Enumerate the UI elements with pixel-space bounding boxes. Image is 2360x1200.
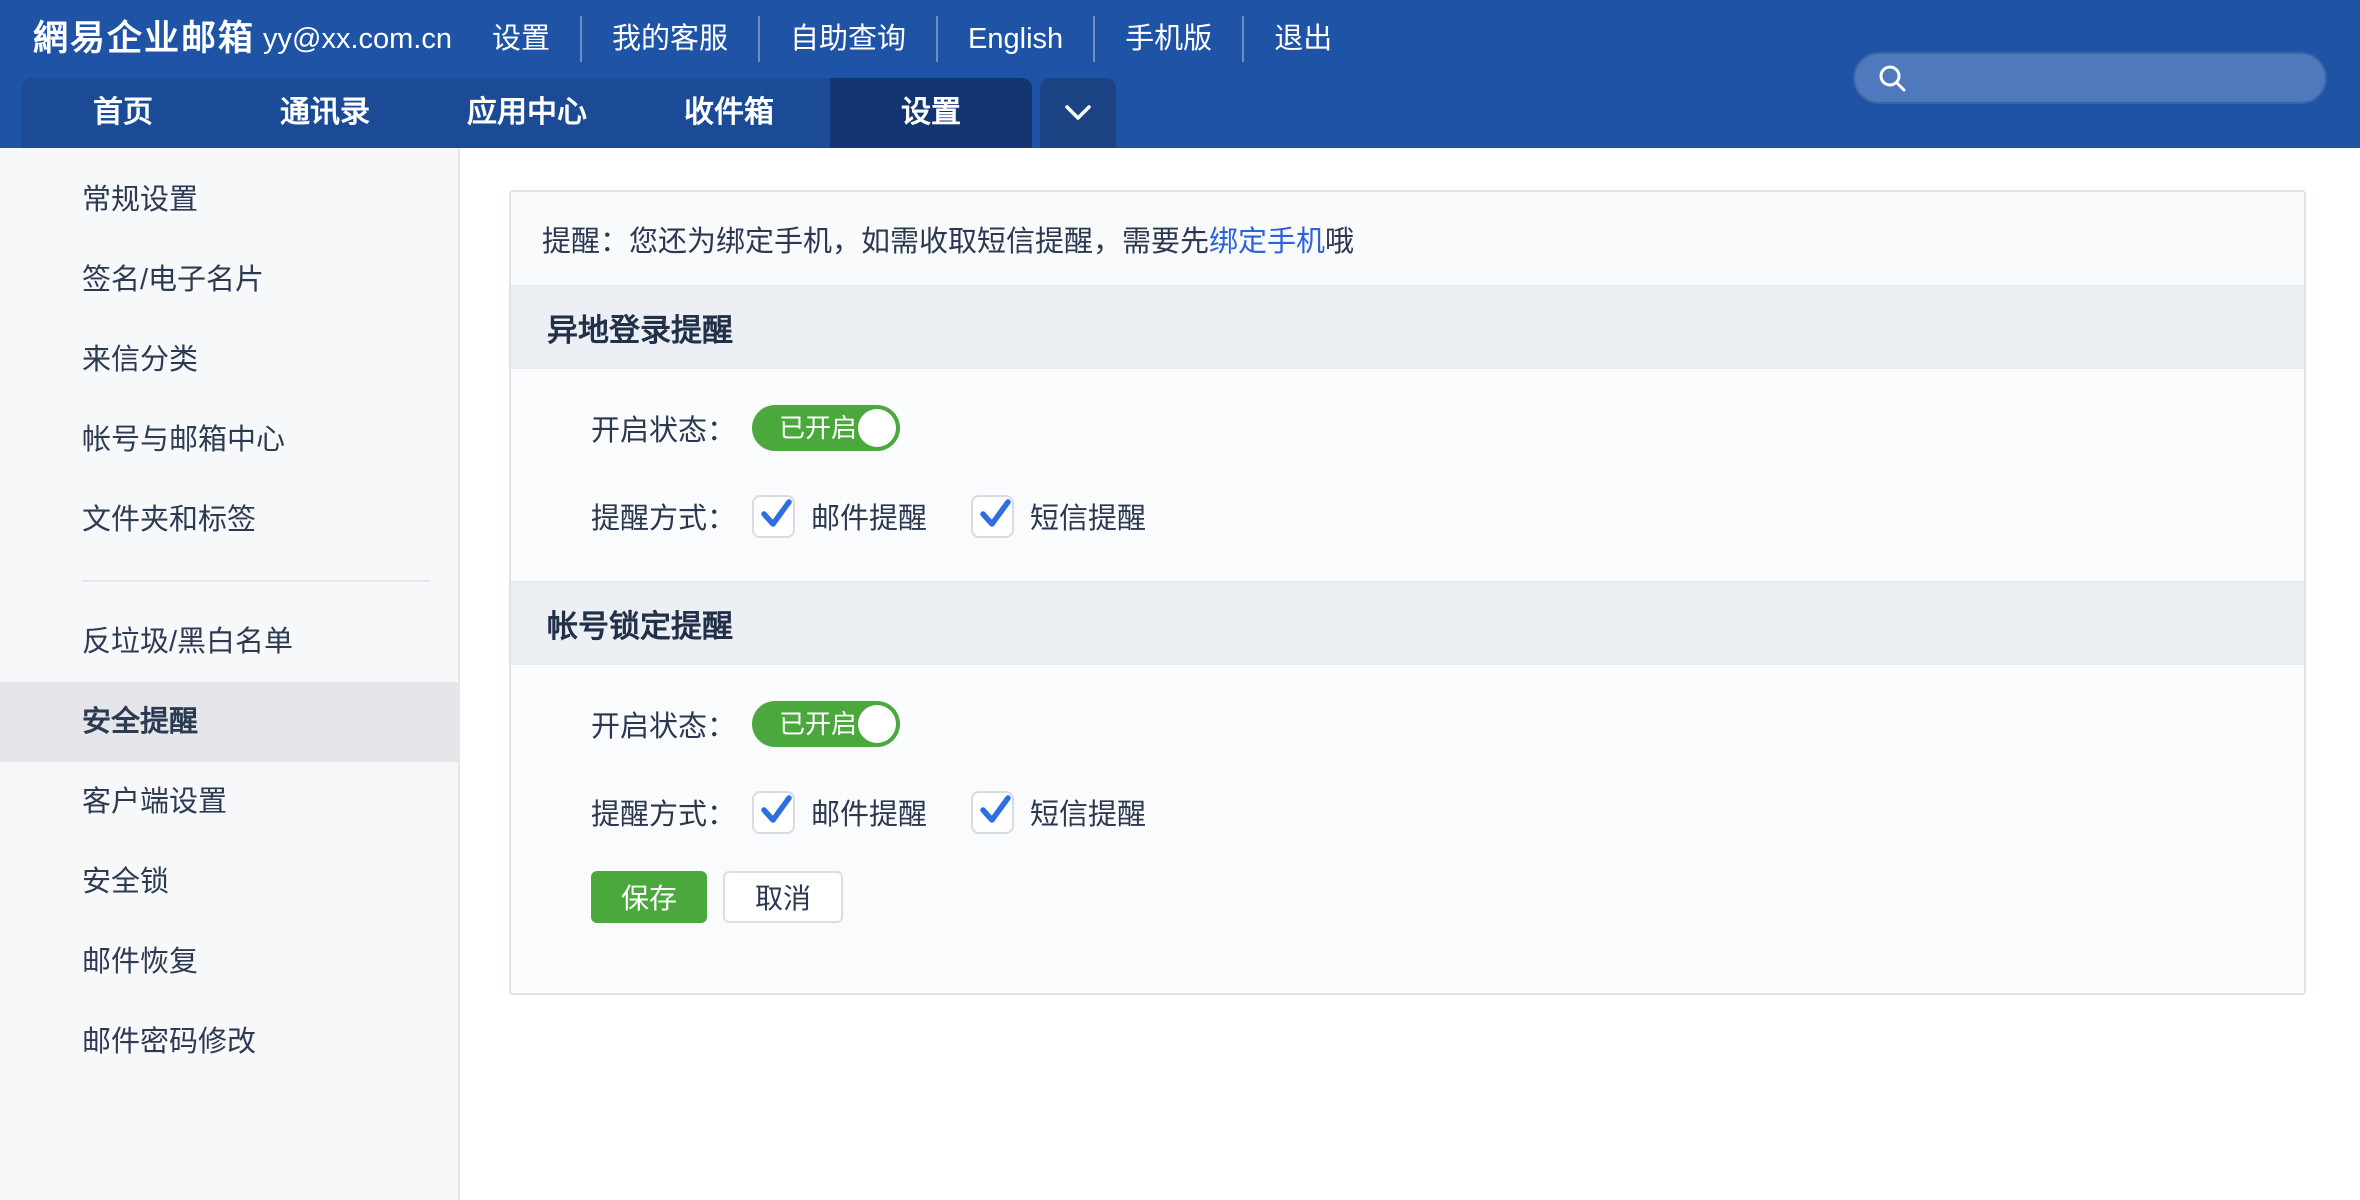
toggle-knob xyxy=(858,705,896,743)
email-alert-checkbox[interactable] xyxy=(752,495,795,538)
chevron-down-icon xyxy=(1061,102,1095,124)
sidebar-item-mail-recovery[interactable]: 邮件恢复 xyxy=(0,922,458,1002)
check-icon xyxy=(975,493,1015,533)
status-row: 开启状态： 已开启 xyxy=(591,405,2304,451)
check-icon xyxy=(975,789,1015,829)
account-lock-toggle[interactable]: 已开启 xyxy=(752,701,900,747)
sidebar-item-folders-labels[interactable]: 文件夹和标签 xyxy=(0,480,458,560)
tab-inbox[interactable]: 收件箱 xyxy=(628,78,830,148)
method-row: 提醒方式： 邮件提醒 xyxy=(591,789,2304,835)
email-alert-label: 邮件提醒 xyxy=(811,495,927,537)
toggle-knob xyxy=(858,409,896,447)
account-email: yy@xx.com.cn xyxy=(263,0,452,78)
topbar-link-settings[interactable]: 设置 xyxy=(462,16,580,62)
status-label: 开启状态： xyxy=(591,407,736,449)
sms-alert-label: 短信提醒 xyxy=(1030,495,1146,537)
section-body-account-lock: 开启状态： 已开启 提醒方式： xyxy=(511,665,2304,993)
sidebar-item-account-center[interactable]: 帐号与邮箱中心 xyxy=(0,400,458,480)
topbar-link-support[interactable]: 我的客服 xyxy=(580,16,758,62)
sidebar-item-security-alerts[interactable]: 安全提醒 xyxy=(0,682,458,762)
status-row: 开启状态： 已开启 xyxy=(591,701,2304,747)
sidebar-item-client-settings[interactable]: 客户端设置 xyxy=(0,762,458,842)
main-area: 常规设置 签名/电子名片 来信分类 帐号与邮箱中心 文件夹和标签 反垃圾/黑白名… xyxy=(0,148,2360,1200)
security-alert-panel: 提醒：您还为绑定手机，如需收取短信提醒，需要先绑定手机哦 异地登录提醒 开启状态… xyxy=(509,190,2306,995)
toggle-state-label: 已开启 xyxy=(779,701,857,747)
check-icon xyxy=(756,493,796,533)
method-label: 提醒方式： xyxy=(591,495,736,537)
tab-settings[interactable]: 设置 xyxy=(830,78,1032,148)
sms-alert-option[interactable]: 短信提醒 xyxy=(971,495,1146,538)
method-label: 提醒方式： xyxy=(591,791,736,833)
cancel-button[interactable]: 取消 xyxy=(723,871,843,923)
sms-alert-option[interactable]: 短信提醒 xyxy=(971,791,1146,834)
sms-alert-label: 短信提醒 xyxy=(1030,791,1146,833)
email-alert-option[interactable]: 邮件提醒 xyxy=(752,791,927,834)
topbar-links: 设置 我的客服 自助查询 English 手机版 退出 xyxy=(462,0,1362,78)
email-alert-option[interactable]: 邮件提醒 xyxy=(752,495,927,538)
topbar-link-english[interactable]: English xyxy=(936,16,1093,62)
header: 網易企业邮箱 yy@xx.com.cn 设置 我的客服 自助查询 English… xyxy=(0,0,2360,148)
sms-alert-checkbox[interactable] xyxy=(971,791,1014,834)
sms-alert-checkbox[interactable] xyxy=(971,495,1014,538)
save-button[interactable]: 保存 xyxy=(591,871,707,923)
content-area: 提醒：您还为绑定手机，如需收取短信提醒，需要先绑定手机哦 异地登录提醒 开启状态… xyxy=(460,148,2360,1200)
section-title-remote-login: 异地登录提醒 xyxy=(511,287,2304,369)
search-icon xyxy=(1877,63,1907,93)
brand-logo[interactable]: 網易企业邮箱 xyxy=(33,0,255,78)
nav-more-button[interactable] xyxy=(1040,78,1116,148)
app-window: 網易企业邮箱 yy@xx.com.cn 设置 我的客服 自助查询 English… xyxy=(0,0,2360,1200)
sidebar-item-antispam[interactable]: 反垃圾/黑白名单 xyxy=(0,602,458,682)
notice-suffix: 哦 xyxy=(1325,218,1354,260)
sidebar-item-mail-password[interactable]: 邮件密码修改 xyxy=(0,1002,458,1082)
check-icon xyxy=(756,789,796,829)
sidebar-item-security-lock[interactable]: 安全锁 xyxy=(0,842,458,922)
section-title-account-lock: 帐号锁定提醒 xyxy=(511,583,2304,665)
topbar-link-logout[interactable]: 退出 xyxy=(1242,16,1362,62)
tab-contacts[interactable]: 通讯录 xyxy=(224,78,426,148)
email-alert-label: 邮件提醒 xyxy=(811,791,927,833)
topbar-link-selfhelp[interactable]: 自助查询 xyxy=(758,16,936,62)
notice-text: 提醒：您还为绑定手机，如需收取短信提醒，需要先 xyxy=(542,218,1209,260)
search-input[interactable] xyxy=(1919,56,2311,100)
sidebar-item-mail-classification[interactable]: 来信分类 xyxy=(0,320,458,400)
tab-appcenter[interactable]: 应用中心 xyxy=(426,78,628,148)
tab-home[interactable]: 首页 xyxy=(22,78,224,148)
method-row: 提醒方式： 邮件提醒 xyxy=(591,493,2304,539)
search-box[interactable] xyxy=(1853,52,2327,104)
bind-phone-link[interactable]: 绑定手机 xyxy=(1209,218,1325,260)
remote-login-toggle[interactable]: 已开启 xyxy=(752,405,900,451)
main-nav: 首页 通讯录 应用中心 收件箱 设置 xyxy=(22,78,1032,148)
email-alert-checkbox[interactable] xyxy=(752,791,795,834)
sidebar-item-signature[interactable]: 签名/电子名片 xyxy=(0,240,458,320)
toggle-state-label: 已开启 xyxy=(779,405,857,451)
actions-row: 保存 取消 xyxy=(591,871,2304,993)
sidebar-divider xyxy=(82,580,430,582)
sidebar-item-general[interactable]: 常规设置 xyxy=(0,160,458,240)
section-body-remote-login: 开启状态： 已开启 提醒方式： xyxy=(511,369,2304,583)
status-label: 开启状态： xyxy=(591,703,736,745)
settings-sidebar: 常规设置 签名/电子名片 来信分类 帐号与邮箱中心 文件夹和标签 反垃圾/黑白名… xyxy=(0,148,460,1200)
topbar-link-mobile[interactable]: 手机版 xyxy=(1093,16,1242,62)
bind-phone-notice: 提醒：您还为绑定手机，如需收取短信提醒，需要先绑定手机哦 xyxy=(511,192,2304,287)
